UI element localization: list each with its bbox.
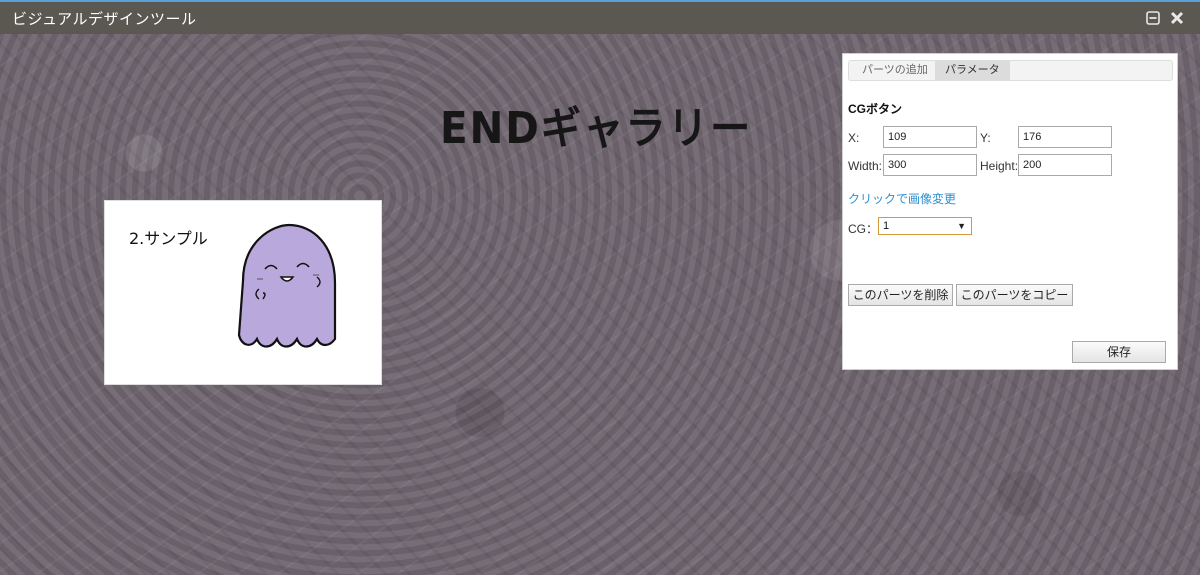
cg-select-label: CG： — [848, 222, 879, 236]
cg-button-label: 2.サンプル — [129, 229, 208, 248]
panel-tabs: パーツの追加 パラメータ — [848, 60, 1173, 81]
dropdown-arrow-icon: ▼ — [957, 221, 966, 231]
change-image-link[interactable]: クリックで画像変更 — [848, 190, 956, 207]
copy-part-button[interactable]: このパーツをコピー — [956, 284, 1073, 306]
delete-part-button[interactable]: このパーツを削除 — [848, 284, 953, 306]
tab-parameters[interactable]: パラメータ — [935, 61, 1010, 80]
cg-button-part[interactable]: 2.サンプル — [104, 200, 382, 385]
gallery-heading[interactable]: ENDギャラリー — [440, 92, 752, 156]
cg-select-value: 1 — [883, 220, 890, 232]
width-field[interactable] — [883, 154, 977, 176]
close-icon[interactable] — [1170, 10, 1184, 25]
x-label: X: — [848, 131, 860, 145]
height-field[interactable] — [1018, 154, 1112, 176]
cg-select[interactable]: 1 ▼ — [878, 217, 972, 235]
width-label: Width: — [848, 159, 883, 173]
x-field[interactable] — [883, 126, 977, 148]
title-bar: ビジュアルデザインツール — [0, 2, 1200, 34]
height-label: Height: — [980, 159, 1019, 173]
y-label: Y: — [980, 131, 991, 145]
window-title: ビジュアルデザインツール — [12, 10, 197, 28]
y-field[interactable] — [1018, 126, 1112, 148]
ghost-illustration — [237, 223, 337, 348]
panel-title: CGボタン — [848, 102, 903, 116]
tab-add-parts[interactable]: パーツの追加 — [852, 61, 938, 80]
minimize-icon[interactable] — [1146, 10, 1160, 25]
save-button[interactable]: 保存 — [1072, 341, 1166, 363]
parameter-panel: パーツの追加 パラメータ CGボタン X: Y: Width: Height: … — [842, 53, 1178, 370]
